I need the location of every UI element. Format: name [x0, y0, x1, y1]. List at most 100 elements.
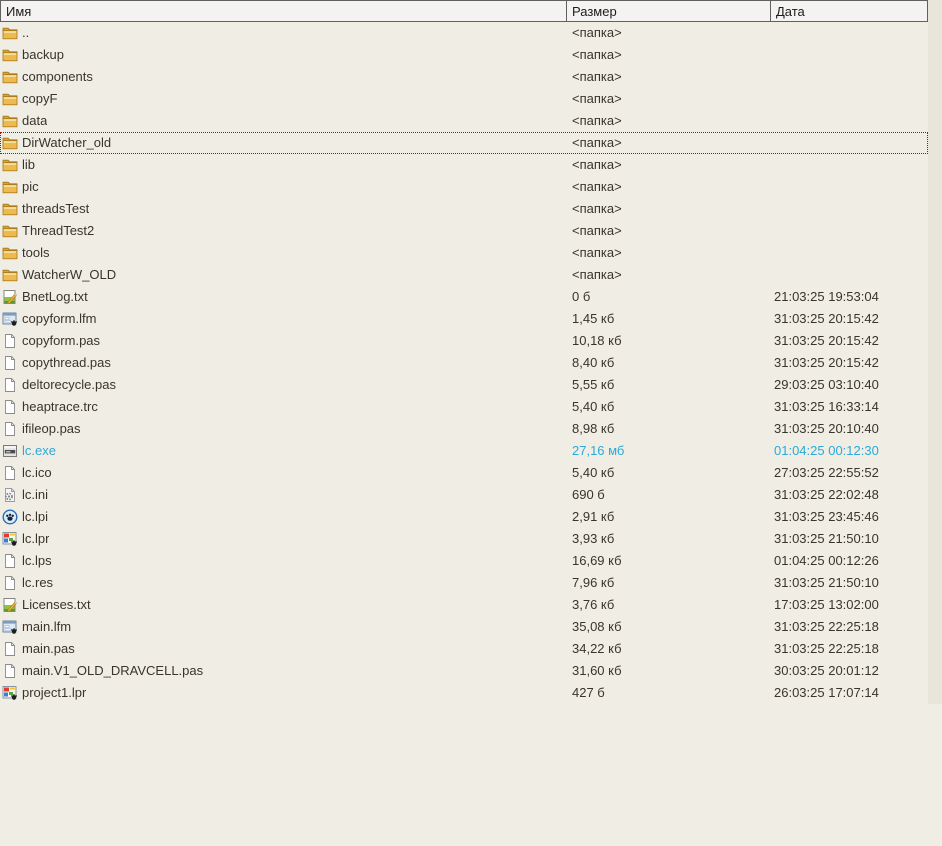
file-name: BnetLog.txt: [22, 289, 88, 304]
file-size: 690 б: [572, 487, 605, 502]
file-name: tools: [22, 245, 49, 260]
file-row[interactable]: lc.lps 16,69 кб 01:04:25 00:12:26: [0, 550, 928, 572]
file-row[interactable]: deltorecycle.pas 5,55 кб 29:03:25 03:10:…: [0, 374, 928, 396]
folder-icon: [2, 201, 18, 217]
file-row[interactable]: pic <папка>: [0, 176, 928, 198]
file-size: 0 б: [572, 289, 590, 304]
file-size: <папка>: [572, 135, 622, 150]
file-size: 3,76 кб: [572, 597, 614, 612]
file-date: 27:03:25 22:55:52: [774, 465, 879, 480]
file-name: lc.lpi: [22, 509, 48, 524]
folder-icon: [2, 157, 18, 173]
folder-icon: [2, 25, 18, 41]
file-name: main.pas: [22, 641, 75, 656]
file-row[interactable]: lib <папка>: [0, 154, 928, 176]
plain-doc-icon: [2, 663, 18, 679]
file-row[interactable]: copyform.pas 10,18 кб 31:03:25 20:15:42: [0, 330, 928, 352]
file-size: 8,40 кб: [572, 355, 614, 370]
file-row[interactable]: Licenses.txt 3,76 кб 17:03:25 13:02:00: [0, 594, 928, 616]
folder-icon: [2, 267, 18, 283]
file-name: main.V1_OLD_DRAVCELL.pas: [22, 663, 203, 678]
file-row[interactable]: lc.lpr 3,93 кб 31:03:25 21:50:10: [0, 528, 928, 550]
lazarus-source-icon: [2, 531, 18, 547]
file-row[interactable]: lc.res 7,96 кб 31:03:25 21:50:10: [0, 572, 928, 594]
file-row[interactable]: DirWatcher_old <папка>: [0, 132, 928, 154]
file-row[interactable]: project1.lpr 427 б 26:03:25 17:07:14: [0, 682, 928, 704]
app-exe-icon: [2, 443, 18, 459]
file-date: 29:03:25 03:10:40: [774, 377, 879, 392]
file-date: 30:03:25 20:01:12: [774, 663, 879, 678]
file-row[interactable]: lc.exe 27,16 мб 01:04:25 00:12:30: [0, 440, 928, 462]
folder-icon: [2, 113, 18, 129]
plain-doc-icon: [2, 575, 18, 591]
file-size: 5,40 кб: [572, 399, 614, 414]
file-size: 35,08 кб: [572, 619, 622, 634]
file-row[interactable]: main.V1_OLD_DRAVCELL.pas 31,60 кб 30:03:…: [0, 660, 928, 682]
folder-icon: [2, 91, 18, 107]
file-row[interactable]: main.pas 34,22 кб 31:03:25 22:25:18: [0, 638, 928, 660]
file-date: 17:03:25 13:02:00: [774, 597, 879, 612]
form-file-icon: [2, 619, 18, 635]
file-row[interactable]: components <папка>: [0, 66, 928, 88]
file-name: copyform.lfm: [22, 311, 96, 326]
file-size: 3,93 кб: [572, 531, 614, 546]
file-row[interactable]: ifileop.pas 8,98 кб 31:03:25 20:10:40: [0, 418, 928, 440]
file-size: 5,40 кб: [572, 465, 614, 480]
file-size: <папка>: [572, 25, 622, 40]
file-name: ..: [22, 25, 29, 40]
plain-doc-icon: [2, 399, 18, 415]
folder-icon: [2, 47, 18, 63]
file-date: 31:03:25 23:45:46: [774, 509, 879, 524]
plain-doc-icon: [2, 553, 18, 569]
file-row[interactable]: ThreadTest2 <папка>: [0, 220, 928, 242]
file-size: 1,45 кб: [572, 311, 614, 326]
column-header-date[interactable]: Дата: [771, 1, 927, 21]
file-row[interactable]: .. <папка>: [0, 22, 928, 44]
file-row[interactable]: copyform.lfm 1,45 кб 31:03:25 20:15:42: [0, 308, 928, 330]
file-row[interactable]: lc.lpi 2,91 кб 31:03:25 23:45:46: [0, 506, 928, 528]
file-row[interactable]: copythread.pas 8,40 кб 31:03:25 20:15:42: [0, 352, 928, 374]
file-size: <папка>: [572, 157, 622, 172]
text-file-icon: [2, 597, 18, 613]
file-name: backup: [22, 47, 64, 62]
file-row[interactable]: tools <папка>: [0, 242, 928, 264]
file-row[interactable]: main.lfm 35,08 кб 31:03:25 22:25:18: [0, 616, 928, 638]
column-header-size[interactable]: Размер: [567, 1, 771, 21]
file-row[interactable]: BnetLog.txt 0 б 21:03:25 19:53:04: [0, 286, 928, 308]
file-size: 8,98 кб: [572, 421, 614, 436]
file-row[interactable]: lc.ico 5,40 кб 27:03:25 22:55:52: [0, 462, 928, 484]
lazarus-source-icon: [2, 685, 18, 701]
file-row[interactable]: data <папка>: [0, 110, 928, 132]
file-size: 427 б: [572, 685, 605, 700]
file-name: ifileop.pas: [22, 421, 81, 436]
column-header-name[interactable]: Имя: [1, 1, 567, 21]
file-name: lc.ico: [22, 465, 52, 480]
file-row[interactable]: WatcherW_OLD <папка>: [0, 264, 928, 286]
file-name: lc.lpr: [22, 531, 49, 546]
file-date: 31:03:25 20:15:42: [774, 355, 879, 370]
file-name: heaptrace.trc: [22, 399, 98, 414]
file-name: lc.exe: [22, 443, 56, 458]
file-name: components: [22, 69, 93, 84]
file-list: .. <папка> backup <папка> components <па…: [0, 22, 928, 704]
file-size: <папка>: [572, 201, 622, 216]
file-date: 01:04:25 00:12:26: [774, 553, 879, 568]
file-name: data: [22, 113, 47, 128]
file-row[interactable]: heaptrace.trc 5,40 кб 31:03:25 16:33:14: [0, 396, 928, 418]
folder-icon: [2, 245, 18, 261]
file-date: 31:03:25 21:50:10: [774, 575, 879, 590]
file-size: 10,18 кб: [572, 333, 622, 348]
file-size: <папка>: [572, 223, 622, 238]
column-header-bar: Имя Размер Дата: [0, 0, 928, 22]
lazarus-project-icon: [2, 509, 18, 525]
file-name: copythread.pas: [22, 355, 111, 370]
file-row[interactable]: lc.ini 690 б 31:03:25 22:02:48: [0, 484, 928, 506]
file-row[interactable]: backup <папка>: [0, 44, 928, 66]
plain-doc-icon: [2, 355, 18, 371]
file-row[interactable]: threadsTest <папка>: [0, 198, 928, 220]
file-size: 2,91 кб: [572, 509, 614, 524]
file-row[interactable]: copyF <папка>: [0, 88, 928, 110]
file-date: 31:03:25 20:15:42: [774, 311, 879, 326]
folder-icon: [2, 179, 18, 195]
file-name: threadsTest: [22, 201, 89, 216]
